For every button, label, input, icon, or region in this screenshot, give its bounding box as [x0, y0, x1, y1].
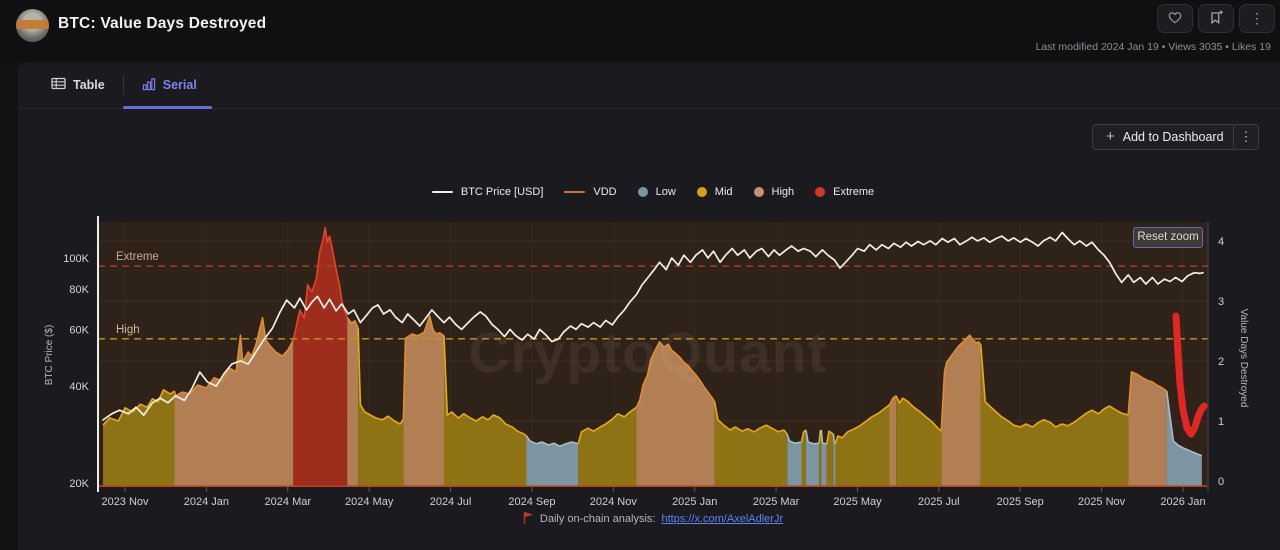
legend-label: VDD: [593, 186, 616, 198]
legend-swatch: [697, 187, 707, 197]
watermark: CryptoQuant: [468, 321, 827, 385]
svg-text:0: 0: [1218, 476, 1224, 488]
svg-text:1: 1: [1218, 416, 1224, 428]
chart-plot-area[interactable]: CryptoQuant Extreme High 20K 40K 60K 80K 100K 0 1…: [0, 0, 1280, 550]
left-axis-line: [97, 216, 99, 492]
legend-label: High: [772, 186, 795, 198]
svg-text:2024 Sep: 2024 Sep: [508, 496, 555, 508]
legend-swatch: [432, 191, 453, 194]
legend-label: Extreme: [833, 186, 874, 198]
legend-item-btc-price-usd-[interactable]: BTC Price [USD]: [432, 186, 544, 198]
svg-text:4: 4: [1218, 236, 1224, 248]
legend-item-extreme[interactable]: Extreme: [815, 186, 874, 198]
svg-text:2025 Sep: 2025 Sep: [997, 496, 1044, 508]
chart-legend: BTC Price [USD] VDD Low Mid High Extreme: [98, 186, 1208, 198]
svg-text:2024 May: 2024 May: [345, 496, 394, 508]
svg-text:2026 Jan: 2026 Jan: [1160, 496, 1205, 508]
svg-text:60K: 60K: [69, 324, 89, 336]
svg-text:2025 Jul: 2025 Jul: [918, 496, 960, 508]
svg-text:100K: 100K: [63, 253, 89, 265]
svg-text:80K: 80K: [69, 284, 89, 296]
svg-text:2024 Mar: 2024 Mar: [265, 496, 312, 508]
left-axis-title: BTC Price ($): [44, 325, 55, 386]
legend-label: Low: [656, 186, 676, 198]
svg-text:2025 Mar: 2025 Mar: [753, 496, 800, 508]
legend-item-mid[interactable]: Mid: [697, 186, 733, 198]
threshold-label-high: High: [116, 324, 140, 336]
legend-swatch: [815, 187, 825, 197]
legend-swatch: [564, 191, 585, 194]
threshold-label-extreme: Extreme: [116, 251, 159, 263]
svg-text:2025 May: 2025 May: [833, 496, 882, 508]
svg-text:2: 2: [1218, 356, 1224, 368]
svg-text:20K: 20K: [69, 478, 89, 490]
svg-text:2023 Nov: 2023 Nov: [101, 496, 149, 508]
svg-text:2024 Nov: 2024 Nov: [590, 496, 638, 508]
legend-item-vdd[interactable]: VDD: [564, 186, 616, 198]
legend-swatch: [754, 187, 764, 197]
add-to-dashboard-label: Add to Dashboard: [1123, 130, 1224, 144]
svg-text:2024 Jul: 2024 Jul: [430, 496, 472, 508]
legend-item-low[interactable]: Low: [638, 186, 676, 198]
content-card: Table Serial CryptoQuantExtremeHigh20K40…: [18, 62, 1280, 550]
svg-text:40K: 40K: [69, 381, 89, 393]
legend-swatch: [638, 187, 648, 197]
svg-text:2024 Jan: 2024 Jan: [184, 496, 229, 508]
chart-options-button[interactable]: ⋮: [1233, 124, 1259, 150]
legend-label: BTC Price [USD]: [461, 186, 544, 198]
kebab-icon: ⋮: [1240, 129, 1253, 144]
legend-label: Mid: [715, 186, 733, 198]
svg-text:2025 Nov: 2025 Nov: [1078, 496, 1126, 508]
left-axis-ticks: 20K 40K 60K 80K 100K: [63, 253, 89, 490]
chart-caption: Daily on-chain analysis: https://x.com/A…: [98, 511, 1208, 527]
svg-text:3: 3: [1218, 296, 1224, 308]
caption-text: Daily on-chain analysis:: [540, 513, 656, 525]
legend-item-high[interactable]: High: [754, 186, 795, 198]
caption-link[interactable]: https://x.com/AxelAdlerJr: [661, 513, 783, 525]
flag-icon: [523, 511, 534, 527]
svg-text:2025 Jan: 2025 Jan: [672, 496, 717, 508]
plus-icon: +: [1106, 128, 1115, 145]
x-axis: 2023 Nov 2024 Jan 2024 Mar 2024 May 2024 Jul…: [101, 487, 1205, 508]
right-axis-ticks: 0 1 2 3 4: [1218, 236, 1224, 488]
right-axis-title: Value Days Destroyed: [1238, 309, 1249, 408]
add-to-dashboard-button[interactable]: + Add to Dashboard: [1092, 124, 1238, 150]
reset-zoom-button[interactable]: Reset zoom: [1133, 227, 1203, 248]
